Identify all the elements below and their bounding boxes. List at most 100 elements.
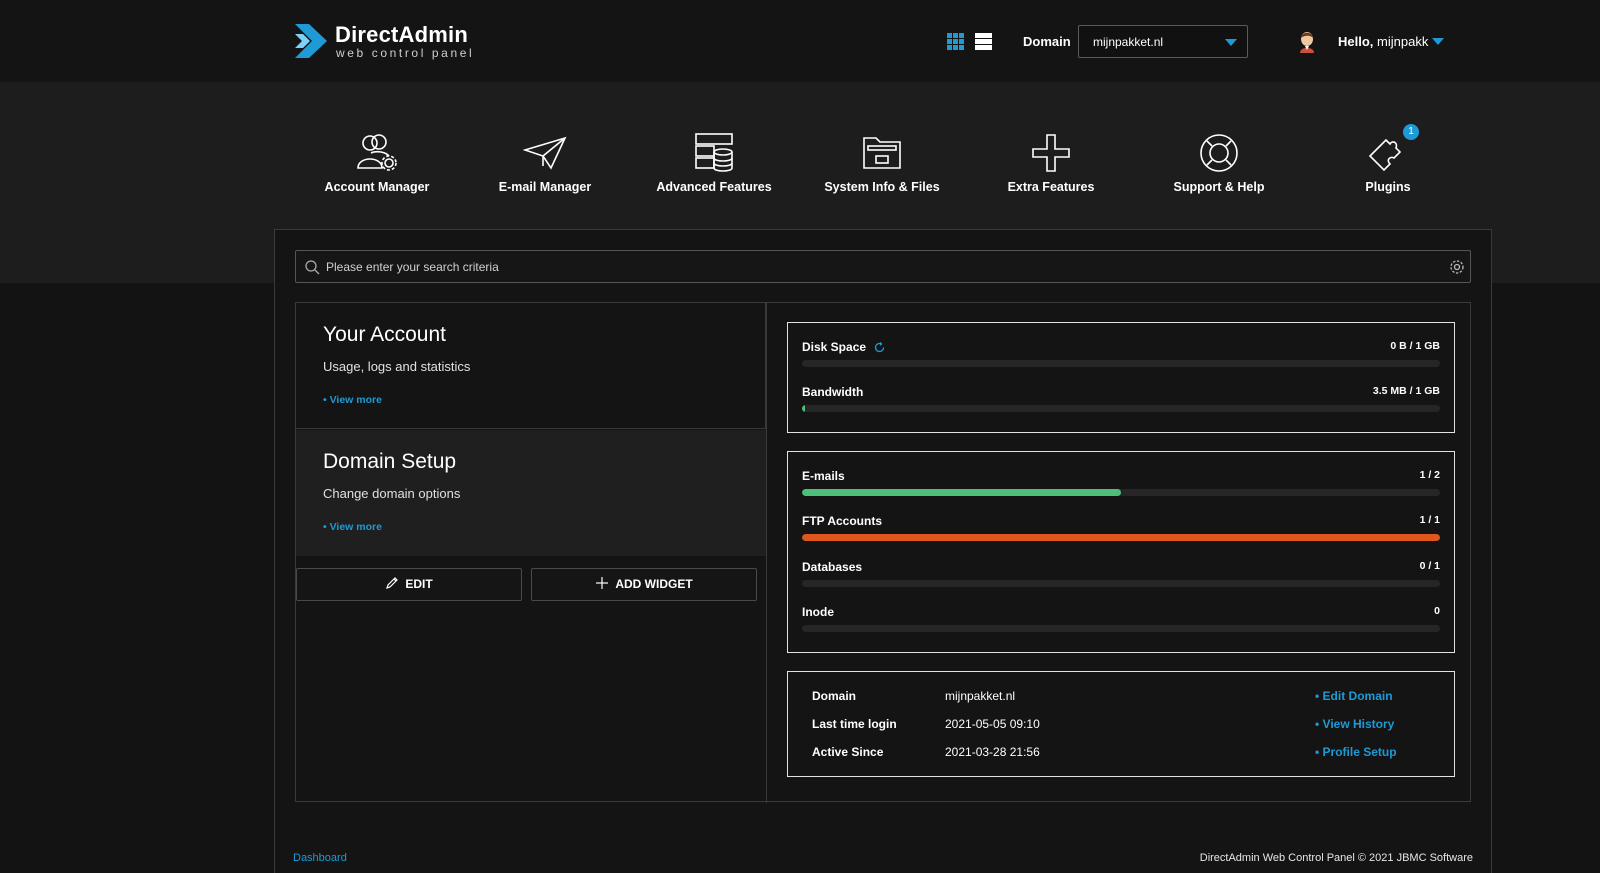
stat-value: 1 / 1: [1419, 514, 1440, 526]
stat-name: E-mails: [802, 469, 845, 483]
profile-setup-link[interactable]: • Profile Setup: [1315, 745, 1397, 759]
server-database-icon: [695, 133, 733, 172]
dashboard-card: Your Account Usage, logs and statistics …: [274, 229, 1492, 873]
progress-bar: [802, 405, 1440, 412]
user-menu-chevron-icon[interactable]: [1432, 38, 1444, 45]
stat-bandwidth: Bandwidth 3.5 MB / 1 GB: [802, 385, 1440, 415]
info-label-last-login: Last time login: [812, 717, 897, 731]
widget-title: Your Account: [323, 323, 446, 346]
nav-email-manager[interactable]: E-mail Manager: [470, 132, 620, 202]
progress-fill: [802, 534, 1440, 541]
stat-name: Databases: [802, 560, 863, 574]
chevron-down-icon: [1225, 39, 1237, 46]
grid-view-icon[interactable]: [947, 33, 964, 50]
nav-plugins-label: Plugins: [1365, 180, 1411, 194]
info-value-last-login: 2021-05-05 09:10: [945, 717, 1040, 731]
nav-account-manager-label: Account Manager: [324, 180, 430, 194]
nav-account-manager[interactable]: Account Manager: [302, 132, 452, 202]
footer-copyright: DirectAdmin Web Control Panel © 2021 JBM…: [1199, 852, 1473, 864]
nav-advanced-features[interactable]: Advanced Features: [639, 132, 789, 202]
domain-label: Domain: [1023, 34, 1071, 49]
puzzle-icon: [1368, 138, 1402, 172]
plus-icon: [596, 577, 609, 590]
logo-subtitle: web control panel: [336, 46, 475, 60]
progress-bar: [802, 580, 1440, 587]
stat-name: Inode: [802, 605, 834, 619]
nav-extra-features-label: Extra Features: [1007, 180, 1095, 194]
paper-plane-icon: [523, 136, 567, 170]
stat-value: 1 / 2: [1419, 469, 1440, 481]
top-bar: DirectAdmin web control panel Domain mij…: [0, 0, 1600, 82]
logo-title: DirectAdmin: [335, 22, 468, 47]
stat-name: Disk Space: [802, 340, 867, 354]
nav-extra-features[interactable]: Extra Features: [976, 132, 1126, 202]
refresh-icon[interactable]: [874, 342, 885, 353]
nav-system-info-files[interactable]: System Info & Files: [807, 132, 957, 202]
avatar[interactable]: [1296, 29, 1318, 53]
domain-select-value: mijnpakket.nl: [1093, 35, 1164, 49]
search-input[interactable]: [326, 251, 1426, 282]
edit-button[interactable]: EDIT: [296, 568, 522, 601]
widget-domain-setup[interactable]: Domain Setup Change domain options • Vie…: [296, 430, 766, 556]
counts-box: E-mails 1 / 2 FTP Accounts 1 / 1 Databas…: [787, 451, 1455, 653]
stat-value: 0 / 1: [1419, 560, 1440, 572]
breadcrumb-dashboard[interactable]: Dashboard: [293, 852, 347, 864]
pencil-icon: [386, 577, 399, 590]
add-widget-button[interactable]: ADD WIDGET: [531, 568, 757, 601]
directadmin-logo[interactable]: DirectAdmin web control panel: [293, 20, 493, 62]
stat-emails: E-mails 1 / 2: [802, 469, 1440, 499]
usage-box: Disk Space 0 B / 1 GB Bandwidth 3.5 MB /…: [787, 322, 1455, 433]
folder-icon: [863, 137, 901, 169]
stat-disk-space: Disk Space 0 B / 1 GB: [802, 340, 1440, 370]
stat-databases: Databases 0 / 1: [802, 560, 1440, 590]
username: mijnpakk: [1377, 34, 1429, 49]
progress-fill: [802, 405, 806, 412]
stat-value: 3.5 MB / 1 GB: [1372, 385, 1440, 397]
domain-select[interactable]: mijnpakket.nl: [1078, 25, 1248, 58]
info-label-active-since: Active Since: [812, 745, 884, 759]
widget-title: Domain Setup: [323, 450, 457, 473]
progress-bar: [802, 625, 1440, 632]
widget-description: Usage, logs and statistics: [323, 359, 471, 374]
view-more-link[interactable]: • View more: [323, 521, 739, 533]
progress-bar: [802, 489, 1440, 496]
nav-email-manager-label: E-mail Manager: [498, 180, 592, 194]
widget-description: Change domain options: [323, 486, 461, 501]
gear-icon[interactable]: [1449, 259, 1465, 275]
view-more-link[interactable]: • View more: [323, 394, 738, 406]
stat-value: 0: [1434, 605, 1440, 617]
progress-bar: [802, 534, 1440, 541]
info-label-domain: Domain: [812, 689, 857, 703]
search-bar[interactable]: [295, 250, 1471, 283]
user-greeting[interactable]: Hello, mijnpakk: [1338, 34, 1428, 49]
account-manager-icon: [357, 134, 397, 171]
widget-your-account[interactable]: Your Account Usage, logs and statistics …: [296, 303, 766, 429]
edit-button-label: EDIT: [405, 577, 433, 591]
nav-advanced-features-label: Advanced Features: [656, 180, 772, 194]
progress-fill: [802, 489, 1121, 496]
list-view-icon[interactable]: [975, 33, 992, 50]
search-icon: [305, 260, 320, 275]
stat-inode: Inode 0: [802, 605, 1440, 635]
add-widget-button-label: ADD WIDGET: [615, 577, 693, 591]
dashboard-content: Your Account Usage, logs and statistics …: [295, 302, 1471, 803]
stat-name: Bandwidth: [802, 385, 864, 399]
stats-column: Disk Space 0 B / 1 GB Bandwidth 3.5 MB /…: [766, 303, 1471, 803]
view-history-link[interactable]: • View History: [1315, 717, 1394, 731]
stat-value: 0 B / 1 GB: [1390, 340, 1440, 352]
lifebuoy-icon: [1200, 134, 1238, 172]
edit-domain-link[interactable]: • Edit Domain: [1315, 689, 1393, 703]
plugins-badge: 1: [1403, 124, 1419, 140]
logo-arrow-icon: [295, 24, 327, 58]
stat-ftp-accounts: FTP Accounts 1 / 1: [802, 514, 1440, 544]
nav-system-info-files-label: System Info & Files: [824, 180, 940, 194]
nav-support-help-label: Support & Help: [1173, 180, 1265, 194]
stat-name: FTP Accounts: [802, 514, 883, 528]
info-value-active-since: 2021-03-28 21:56: [945, 745, 1040, 759]
account-info-box: Domain mijnpakket.nl • Edit Domain Last …: [787, 671, 1455, 777]
nav-plugins[interactable]: 1 Plugins: [1313, 124, 1463, 202]
nav-support-help[interactable]: Support & Help: [1144, 132, 1294, 202]
progress-bar: [802, 360, 1440, 367]
plus-icon: [1032, 134, 1070, 172]
greeting-prefix: Hello,: [1338, 34, 1374, 49]
